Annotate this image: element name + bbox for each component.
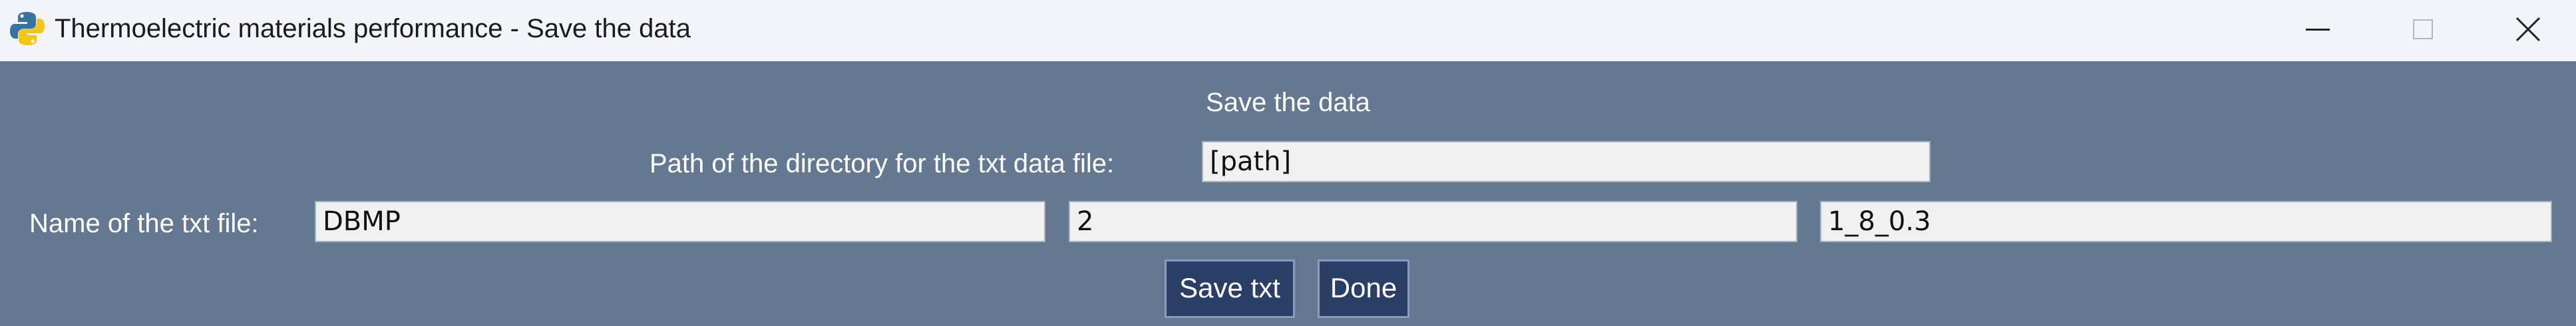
maximize-icon xyxy=(2413,19,2433,39)
window-title: Thermoelectric materials performance - S… xyxy=(55,14,691,43)
close-button[interactable] xyxy=(2476,0,2576,59)
save-txt-button[interactable]: Save txt xyxy=(1165,259,1295,318)
minimize-button[interactable] xyxy=(2265,0,2370,59)
python-icon xyxy=(10,12,45,45)
minimize-icon xyxy=(2306,28,2330,31)
title-bar[interactable]: Thermoelectric materials performance - S… xyxy=(0,0,2576,61)
filename-label: Name of the txt file: xyxy=(29,209,259,238)
filename-part3-input[interactable] xyxy=(1820,201,2552,242)
save-data-window: Thermoelectric materials performance - S… xyxy=(0,0,2576,326)
done-button[interactable]: Done xyxy=(1318,259,1409,318)
path-label: Path of the directory for the txt data f… xyxy=(649,149,1115,178)
filename-part2-input[interactable] xyxy=(1069,201,1797,242)
filename-part1-input[interactable] xyxy=(315,201,1045,242)
form-heading: Save the data xyxy=(1206,88,1370,117)
maximize-button[interactable] xyxy=(2370,0,2476,59)
path-input[interactable] xyxy=(1202,141,1931,182)
close-icon xyxy=(2515,17,2541,42)
